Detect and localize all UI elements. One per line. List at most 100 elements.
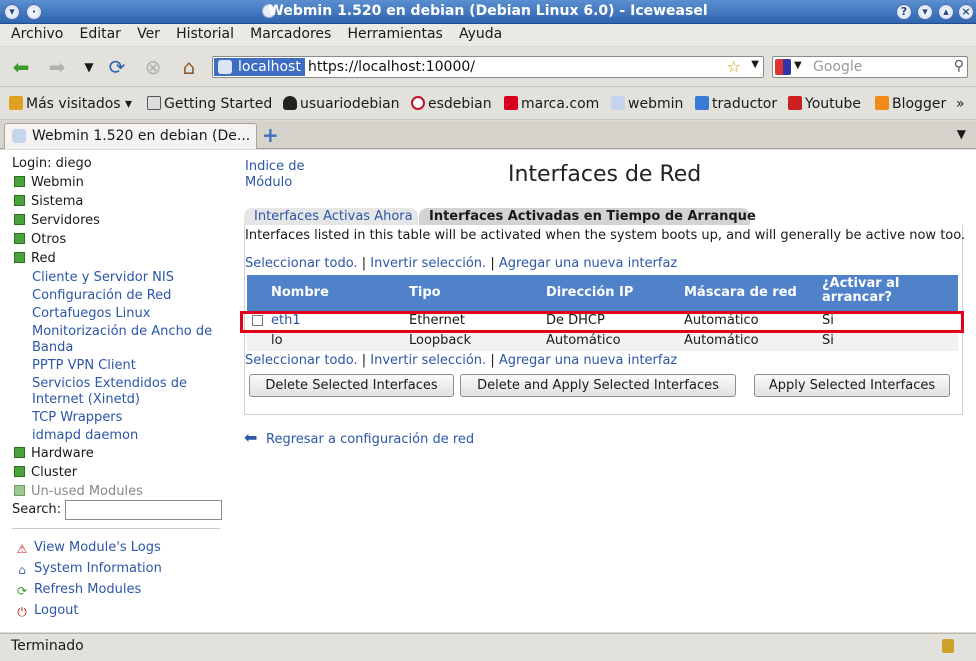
category-cluster[interactable]: Cluster [14,465,77,480]
module-xinetd-cont[interactable]: Internet (Xinetd) [32,392,140,407]
module-idmapd[interactable]: idmapd daemon [32,428,138,443]
module-tcp-wrappers[interactable]: TCP Wrappers [32,410,122,425]
cell-ip: De DHCP [546,313,605,328]
menu-ayuda[interactable]: Ayuda [459,24,502,42]
cell-type: Ethernet [409,313,465,328]
category-hardware[interactable]: Hardware [14,446,94,461]
status-text: Terminado [11,638,84,654]
module-network-config[interactable]: Configuración de Red [32,288,171,303]
url-dropdown-icon[interactable]: ▼ [751,59,759,70]
bookmark-usuariodebian[interactable]: usuariodebian [283,96,400,112]
column-header-nombre: Nombre [271,285,329,300]
power-icon: ⏻ [17,605,27,619]
search-engine-dropdown-icon[interactable]: ▼ [794,60,802,71]
invert-selection-link[interactable]: Invertir selección. [370,353,486,368]
lock-icon[interactable] [942,639,954,653]
bookmarks-overflow-icon[interactable]: » [956,96,965,112]
add-interface-link[interactable]: Agregar una nueva interfaz [499,353,677,368]
category-servidores[interactable]: Servidores [14,213,100,228]
select-all-link[interactable]: Seleccionar todo. [245,353,358,368]
module-firewall[interactable]: Cortafuegos Linux [32,306,150,321]
selection-links-top: Seleccionar todo. | Invertir selección. … [245,256,677,271]
bookmark-getting-started[interactable]: Getting Started [147,96,272,112]
add-interface-link[interactable]: Agregar una nueva interfaz [499,256,677,271]
invert-selection-link[interactable]: Invertir selección. [370,256,486,271]
module-bandwidth[interactable]: Monitorización de Ancho de [32,324,212,339]
category-red[interactable]: Red [14,251,56,266]
warning-icon: ⚠ [16,542,28,556]
module-xinetd[interactable]: Servicios Extendidos de [32,376,187,391]
tab-boot-time[interactable]: Interfaces Activadas en Tiempo de Arranq… [419,208,756,225]
category-otros[interactable]: Otros [14,232,66,247]
page-content: Login: diego Webmin Sistema Servidores O… [0,150,976,632]
site-identity-button[interactable]: localhost [214,58,305,76]
bookmark-traductor[interactable]: traductor [695,96,777,112]
help-button[interactable]: ? [896,4,912,20]
logout-link[interactable]: ⏻ Logout [14,603,78,619]
menu-herramientas[interactable]: Herramientas [347,24,442,42]
back-arrow-icon: ⬅ [244,428,258,447]
menu-ver[interactable]: Ver [137,24,160,42]
reload-icon[interactable]: ⟳ [104,55,130,79]
delete-selected-button[interactable]: Delete Selected Interfaces [249,374,454,397]
menu-marcadores[interactable]: Marcadores [250,24,331,42]
system-info-link[interactable]: ⌂ System Information [14,561,162,577]
close-button[interactable]: × [958,4,974,20]
refresh-modules-link[interactable]: ⟳ Refresh Modules [14,582,141,598]
sidebar-search-input[interactable] [65,500,222,520]
tab-webmin[interactable]: Webmin 1.520 en debian (De... [4,123,257,149]
module-index-link[interactable]: Indice de Módulo [245,159,304,191]
interface-name-link[interactable]: eth1 [271,313,301,328]
expand-icon [14,195,25,206]
bookmark-star-icon[interactable]: ☆ [727,57,741,76]
back-link[interactable]: ⬅ Regresar a configuración de red [244,428,474,447]
navigation-toolbar: ⬅ ➡ ▼ ⟳ ⊗ ⌂ localhost https://localhost:… [0,47,976,87]
tab-list-chevron-down-icon[interactable]: ▼ [957,127,966,141]
new-tab-icon[interactable]: + [262,123,279,147]
search-box[interactable]: ▼ Google ⚲ [772,56,968,78]
menu-archivo[interactable]: Archivo [11,24,63,42]
menu-bar: Archivo Editar Ver Historial Marcadores … [0,24,976,46]
stop-icon[interactable]: ⊗ [140,55,166,79]
module-bandwidth-cont[interactable]: Banda [32,340,73,355]
cell-activate: Si [822,333,834,348]
url-text: https://localhost:10000/ [308,59,475,75]
column-header-tipo: Tipo [409,285,441,300]
bookmarks-toolbar: Más visitados ▾ Getting Started usuariod… [0,88,976,120]
category-unused[interactable]: Un-used Modules [14,484,143,499]
search-icon[interactable]: ⚲ [954,58,964,74]
interface-name: lo [271,333,283,348]
menu-historial[interactable]: Historial [176,24,234,42]
apply-selected-button[interactable]: Apply Selected Interfaces [754,374,950,397]
forward-arrow-icon[interactable]: ➡ [44,55,70,79]
bookmark-youtube[interactable]: Youtube [788,96,861,112]
bookmark-blogger[interactable]: Blogger [875,96,946,112]
separator: | [490,353,495,368]
bookmark-webmin[interactable]: webmin [611,96,683,112]
google-icon[interactable] [775,59,791,75]
home-icon[interactable]: ⌂ [176,55,202,79]
window-title: Webmin 1.520 en debian (Debian Linux 6.0… [268,3,708,19]
view-logs-link[interactable]: ⚠ View Module's Logs [14,540,161,556]
description-text: Interfaces listed in this table will be … [245,228,966,243]
delete-apply-selected-button[interactable]: Delete and Apply Selected Interfaces [460,374,736,397]
history-dropdown-icon[interactable]: ▼ [76,55,102,79]
category-sistema[interactable]: Sistema [14,194,83,209]
minimize-button[interactable]: ▾ [917,4,933,20]
maximize-button[interactable]: ▴ [938,4,954,20]
tab-active-now[interactable]: Interfaces Activas Ahora [244,208,418,225]
site-name: localhost [238,59,301,75]
status-bar: Terminado [0,633,976,661]
menu-editar[interactable]: Editar [79,24,120,42]
select-all-link[interactable]: Seleccionar todo. [245,256,358,271]
expand-icon [14,233,25,244]
url-bar[interactable]: localhost https://localhost:10000/ ☆ ▼ [212,56,764,78]
back-arrow-icon[interactable]: ⬅ [8,55,34,79]
bookmark-most-visited[interactable]: Más visitados ▾ [9,96,132,112]
row-checkbox[interactable] [252,315,263,326]
bookmark-esdebian[interactable]: esdebian [411,96,492,112]
module-pptp[interactable]: PPTP VPN Client [32,358,136,373]
bookmark-marca[interactable]: marca.com [504,96,599,112]
module-nis[interactable]: Cliente y Servidor NIS [32,270,174,285]
category-webmin[interactable]: Webmin [14,175,84,190]
